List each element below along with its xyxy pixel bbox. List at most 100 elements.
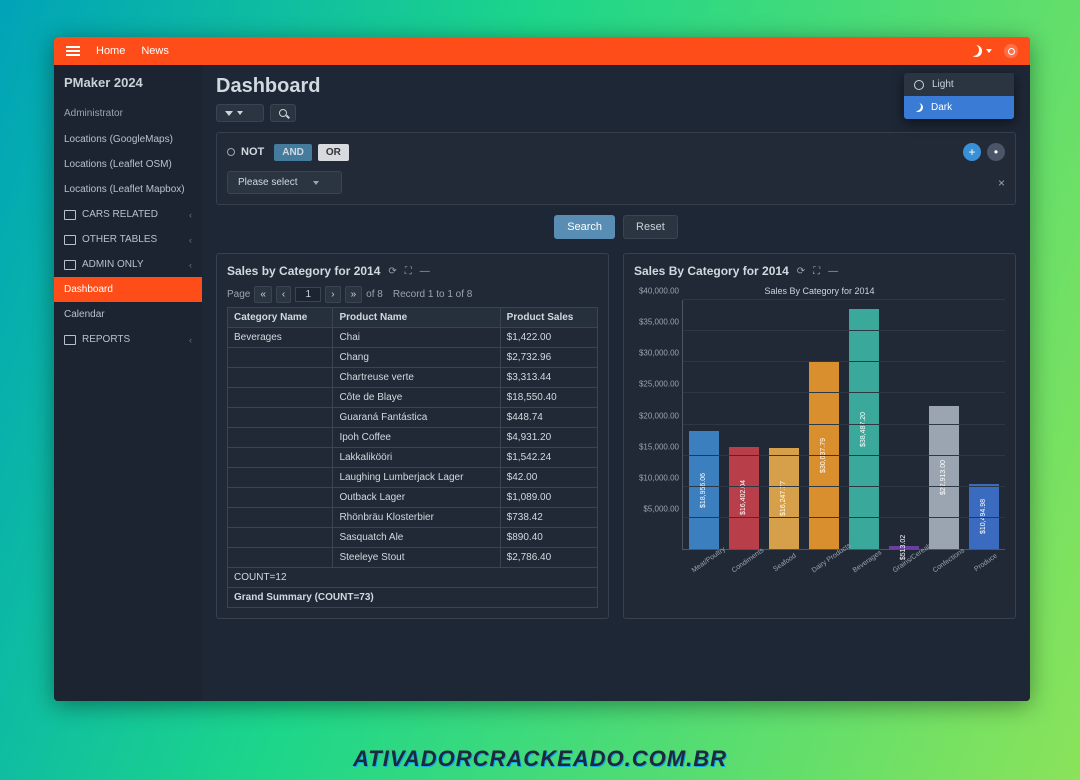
cell-product: Steeleye Stout: [333, 548, 500, 568]
pager-next-button[interactable]: ›: [325, 286, 340, 303]
theme-dark[interactable]: Dark: [904, 96, 1014, 119]
moon-icon: [914, 103, 923, 112]
table-row[interactable]: Ipoh Coffee$4,931.20: [228, 428, 598, 448]
table-row[interactable]: BeveragesChai$1,422.00: [228, 328, 598, 348]
cell-sales: $448.74: [500, 408, 597, 428]
sidebar-item-googlemaps[interactable]: Locations (GoogleMaps): [54, 127, 202, 152]
sidebar-item-dashboard[interactable]: Dashboard: [54, 277, 202, 302]
sidebar-group-reports[interactable]: REPORTS‹: [54, 327, 202, 352]
cell-sales: $1,089.00: [500, 488, 597, 508]
chevron-left-icon: ‹: [189, 210, 192, 220]
cell-product: Ipoh Coffee: [333, 428, 500, 448]
sidebar-item-leaflet-mapbox[interactable]: Locations (Leaflet Mapbox): [54, 177, 202, 202]
caret-down-icon: [237, 111, 243, 115]
filter-and-chip[interactable]: AND: [274, 144, 312, 161]
pager-input[interactable]: [295, 287, 321, 302]
pager-label: Page: [227, 289, 250, 300]
table-row[interactable]: Lakkalikööri$1,542.24: [228, 448, 598, 468]
sidebar-item-label: Locations (GoogleMaps): [64, 134, 173, 145]
filter-or-chip[interactable]: OR: [318, 144, 349, 161]
chart-bar[interactable]: $16,402.04: [729, 447, 759, 549]
chart-card: Sales By Category for 2014 ⟳ ⛶ — Sales B…: [623, 253, 1016, 619]
cell-sales: $2,732.96: [500, 348, 597, 368]
pager-prev-button[interactable]: ‹: [276, 286, 291, 303]
col-category[interactable]: Category Name: [228, 308, 333, 328]
filter-not-label: NOT: [241, 146, 264, 158]
table-row[interactable]: Guaraná Fantástica$448.74: [228, 408, 598, 428]
expand-icon[interactable]: ⛶: [813, 266, 820, 277]
theme-caret-icon[interactable]: [986, 49, 992, 53]
refresh-icon[interactable]: ⟳: [388, 266, 396, 277]
sidebar-group-admin[interactable]: ADMIN ONLY‹: [54, 252, 202, 277]
chart-bar[interactable]: $16,247.77: [769, 448, 799, 549]
cell-product: Chartreuse verte: [333, 368, 500, 388]
cell-sales: $2,786.40: [500, 548, 597, 568]
minimize-icon[interactable]: —: [828, 266, 838, 277]
reset-button[interactable]: Reset: [623, 215, 678, 239]
search-button[interactable]: Search: [554, 215, 615, 239]
cell-category: [228, 448, 333, 468]
zoom-button[interactable]: [270, 104, 296, 122]
table-grand-summary: Grand Summary (COUNT=73): [228, 588, 598, 608]
cell-category: [228, 388, 333, 408]
export-button[interactable]: [216, 104, 264, 122]
bar-value-label: $513.02: [901, 535, 908, 560]
add-filter-button[interactable]: +: [963, 143, 981, 161]
download-icon: [225, 111, 233, 116]
sidebar-item-label: Dashboard: [64, 284, 113, 295]
table-row[interactable]: Chartreuse verte$3,313.44: [228, 368, 598, 388]
sidebar-user: Administrator: [54, 100, 202, 127]
table-row[interactable]: Sasquatch Ale$890.40: [228, 528, 598, 548]
expand-icon[interactable]: ⛶: [405, 266, 412, 277]
sidebar-group-cars[interactable]: CARS RELATED‹: [54, 202, 202, 227]
sidebar-item-calendar[interactable]: Calendar: [54, 302, 202, 327]
chart-bar[interactable]: $18,956.06: [689, 431, 719, 549]
chart-bar[interactable]: $22,913.00: [929, 406, 959, 549]
sidebar-group-other[interactable]: OTHER TABLES‹: [54, 227, 202, 252]
minimize-icon[interactable]: —: [420, 266, 430, 277]
table-row[interactable]: Rhönbräu Klosterbier$738.42: [228, 508, 598, 528]
table-row[interactable]: Steeleye Stout$2,786.40: [228, 548, 598, 568]
x-tick-label: Meat/Poultry: [691, 551, 720, 574]
table-row[interactable]: Outback Lager$1,089.00: [228, 488, 598, 508]
theme-light[interactable]: Light: [904, 73, 1014, 96]
bar-value-label: $18,956.06: [701, 472, 708, 507]
nav-home[interactable]: Home: [96, 45, 125, 57]
table-card-title: Sales by Category for 2014: [227, 264, 380, 278]
cell-category: [228, 428, 333, 448]
user-icon[interactable]: [1004, 44, 1018, 58]
cell-category: [228, 508, 333, 528]
table-row[interactable]: Côte de Blaye$18,550.40: [228, 388, 598, 408]
radio-icon[interactable]: [227, 148, 235, 156]
chart-bar[interactable]: $513.02: [889, 546, 919, 549]
nav-news[interactable]: News: [141, 45, 169, 57]
table-row[interactable]: Chang$2,732.96: [228, 348, 598, 368]
cell-product: Rhönbräu Klosterbier: [333, 508, 500, 528]
table-count: COUNT=12: [228, 568, 598, 588]
cell-sales: $1,542.24: [500, 448, 597, 468]
topbar: Home News: [54, 37, 1030, 65]
chart-subtitle: Sales By Category for 2014: [634, 286, 1005, 296]
chart-bar[interactable]: $38,487.20: [849, 309, 879, 549]
theme-dark-label: Dark: [931, 102, 952, 113]
cell-product: Côte de Blaye: [333, 388, 500, 408]
filter-settings-button[interactable]: •: [987, 143, 1005, 161]
chart-card-title: Sales By Category for 2014: [634, 264, 789, 278]
content: Dashboard Dashboard NOT AND OR + •: [202, 65, 1030, 701]
sidebar-item-leaflet-osm[interactable]: Locations (Leaflet OSM): [54, 152, 202, 177]
pager-first-button[interactable]: «: [254, 286, 272, 303]
filter-remove-button[interactable]: ×: [998, 176, 1005, 190]
col-product[interactable]: Product Name: [333, 308, 500, 328]
cell-category: [228, 528, 333, 548]
sidebar-item-label: Calendar: [64, 309, 105, 320]
pager-last-button[interactable]: »: [345, 286, 363, 303]
cell-product: Sasquatch Ale: [333, 528, 500, 548]
folder-icon: [64, 335, 76, 345]
filter-field-select[interactable]: Please select: [227, 171, 342, 194]
table-row[interactable]: Laughing Lumberjack Lager$42.00: [228, 468, 598, 488]
theme-icon[interactable]: [970, 45, 982, 57]
chevron-left-icon: ‹: [189, 235, 192, 245]
refresh-icon[interactable]: ⟳: [797, 266, 805, 277]
col-sales[interactable]: Product Sales: [500, 308, 597, 328]
hamburger-icon[interactable]: [66, 46, 80, 56]
